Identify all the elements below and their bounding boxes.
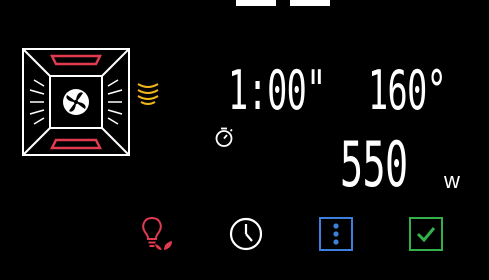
lamp-eco-icon	[142, 216, 172, 250]
power-value: 550	[340, 128, 408, 201]
top-notch	[290, 0, 330, 6]
menu-button[interactable]	[316, 214, 356, 254]
checkmark-icon	[409, 217, 443, 251]
power-unit: w	[444, 168, 460, 193]
confirm-button[interactable]	[406, 214, 446, 254]
clock-button[interactable]	[226, 214, 266, 254]
vertical-dots-menu-icon	[319, 217, 353, 251]
clock-icon	[229, 217, 263, 251]
microwave-waves-icon	[134, 78, 162, 108]
lamp-eco-button[interactable]	[137, 214, 177, 254]
cook-time: 1:00"	[228, 59, 326, 122]
control-display: 1:00" 160° 550 w	[0, 0, 489, 280]
temperature: 160°	[368, 59, 447, 122]
stopwatch-icon	[214, 126, 234, 148]
oven-fan-icon[interactable]	[20, 46, 132, 158]
top-notch	[236, 0, 276, 6]
